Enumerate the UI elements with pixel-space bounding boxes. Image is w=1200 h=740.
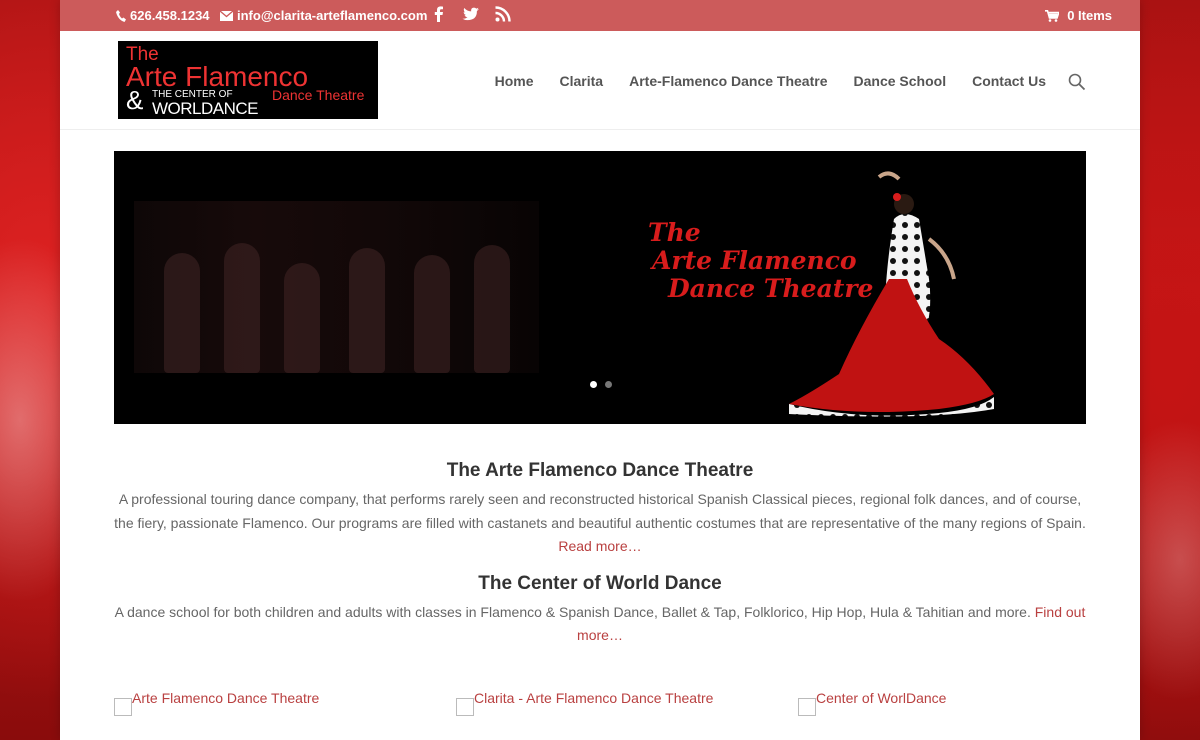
slider-pagination bbox=[590, 381, 612, 388]
slider-dot-2[interactable] bbox=[605, 381, 612, 388]
section-body: A dance school for both children and adu… bbox=[114, 603, 1035, 620]
stage-photo bbox=[134, 201, 539, 373]
rss-icon[interactable] bbox=[494, 5, 512, 23]
nav-clarita[interactable]: Clarita bbox=[560, 73, 604, 89]
nav-contact-us[interactable]: Contact Us bbox=[972, 73, 1046, 89]
nav-arte-flamenco-dance-theatre[interactable]: Arte-Flamenco Dance Theatre bbox=[629, 73, 827, 89]
section-heading: The Center of World Dance bbox=[478, 572, 722, 594]
section-arte-flamenco: The Arte Flamenco Dance Theatre A profes… bbox=[114, 460, 1086, 559]
section-center-of-world-dance: The Center of World Dance A dance school… bbox=[114, 573, 1086, 648]
featured-images: Arte Flamenco Dance Theatre Clarita - Ar… bbox=[114, 690, 1086, 730]
slider-dot-1[interactable] bbox=[590, 381, 597, 388]
broken-image-icon bbox=[456, 698, 474, 716]
main-nav: Home Clarita Arte-Flamenco Dance Theatre… bbox=[495, 73, 1046, 89]
image-alt-text: Clarita - Arte Flamenco Dance Theatre bbox=[474, 690, 714, 706]
cart-icon bbox=[1045, 9, 1060, 22]
logo-ampersand: & bbox=[126, 85, 144, 115]
image-alt-text: Center of WorlDance bbox=[816, 690, 947, 706]
flamenco-dancer-image bbox=[789, 171, 994, 417]
facebook-icon[interactable] bbox=[430, 5, 448, 23]
email-address: info@clarita-arteflamenco.com bbox=[237, 8, 428, 23]
intro-content: The Arte Flamenco Dance Theatre A profes… bbox=[114, 460, 1086, 648]
envelope-icon bbox=[220, 10, 233, 21]
broken-image-icon bbox=[798, 698, 816, 716]
site-header: The Arte Flamenco Dance Theatre & THE CE… bbox=[60, 31, 1140, 130]
image-clarita[interactable]: Clarita - Arte Flamenco Dance Theatre bbox=[456, 690, 713, 716]
image-center-of-worldance[interactable]: Center of WorlDance bbox=[798, 690, 946, 716]
phone-icon bbox=[116, 9, 126, 22]
section-heading: The Arte Flamenco Dance Theatre bbox=[446, 460, 754, 481]
phone-link[interactable]: 626.458.1234 bbox=[116, 8, 210, 23]
hero-slider[interactable]: The Arte Flamenco Dance Theatre bbox=[114, 151, 1086, 424]
cart-link[interactable]: 0 Items bbox=[1045, 8, 1112, 23]
search-icon[interactable] bbox=[1068, 73, 1086, 91]
nav-dance-school[interactable]: Dance School bbox=[854, 73, 947, 89]
nav-home[interactable]: Home bbox=[495, 73, 534, 89]
section-text: A dance school for both children and adu… bbox=[114, 601, 1086, 648]
email-link[interactable]: info@clarita-arteflamenco.com bbox=[220, 8, 427, 23]
read-more-link[interactable]: Read more… bbox=[558, 538, 641, 554]
broken-image-icon bbox=[114, 698, 132, 716]
section-text: A professional touring dance company, th… bbox=[114, 488, 1086, 559]
section-body: A professional touring dance company, th… bbox=[114, 491, 1086, 531]
image-alt-text: Arte Flamenco Dance Theatre bbox=[132, 690, 320, 706]
social-links bbox=[430, 5, 512, 23]
logo-line-3: Dance Theatre bbox=[272, 87, 365, 103]
twitter-icon[interactable] bbox=[462, 5, 480, 23]
phone-number: 626.458.1234 bbox=[130, 8, 210, 23]
image-arte-flamenco[interactable]: Arte Flamenco Dance Theatre bbox=[114, 690, 319, 716]
site-logo[interactable]: The Arte Flamenco Dance Theatre & THE CE… bbox=[118, 41, 378, 119]
cart-count: 0 Items bbox=[1067, 8, 1112, 23]
logo-line-5: WORLDANCE bbox=[152, 99, 259, 118]
page-container: 626.458.1234 info@clarita-arteflamenco.c… bbox=[60, 0, 1140, 740]
top-bar: 626.458.1234 info@clarita-arteflamenco.c… bbox=[60, 0, 1140, 31]
